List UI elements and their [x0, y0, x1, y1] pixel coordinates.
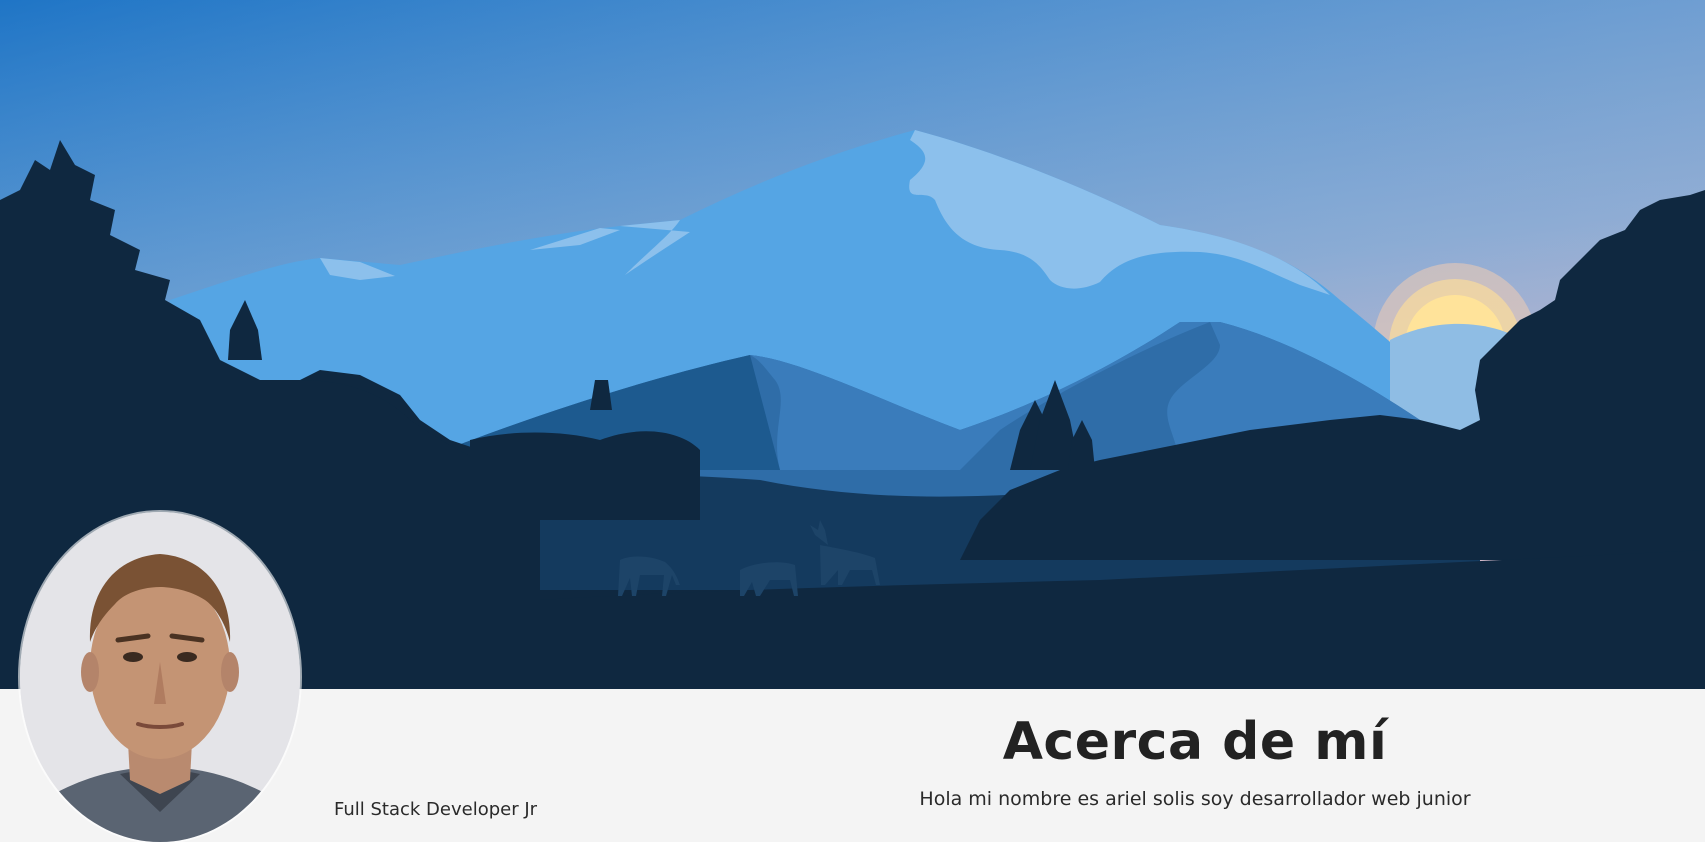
about-title: Acerca de mí [1002, 712, 1388, 772]
about-description: Hola mi nombre es ariel solis soy desarr… [919, 788, 1471, 810]
